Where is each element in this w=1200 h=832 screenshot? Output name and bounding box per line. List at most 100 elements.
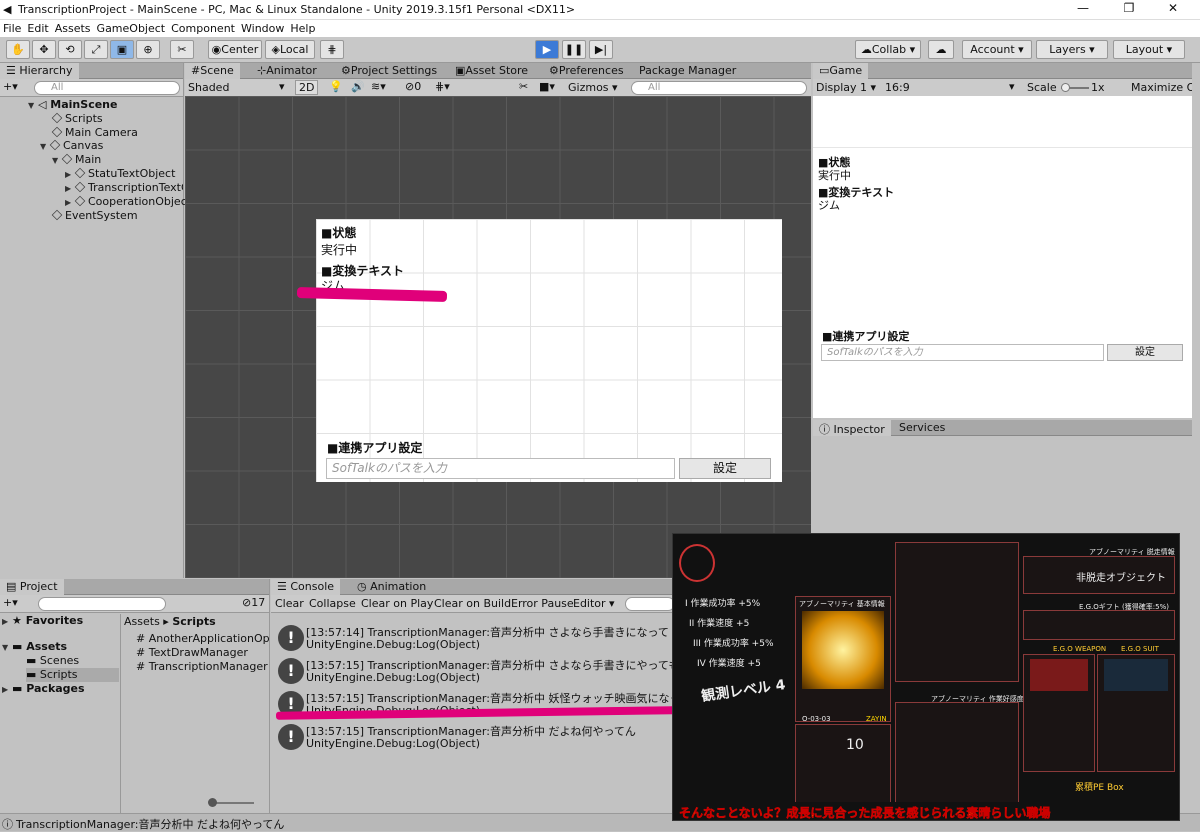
hand-tool-icon[interactable]: ✋ xyxy=(6,40,30,59)
tab-animator[interactable]: ⊹Animator xyxy=(251,63,323,79)
account-dropdown[interactable]: Account ▾ xyxy=(962,40,1032,59)
log-entry[interactable]: ! [13:57:15] TranscriptionManager:音声分析中 だ… xyxy=(276,720,676,754)
favorites-item[interactable]: ▶ ★ Favorites xyxy=(2,614,83,628)
game-path-input[interactable]: SofTalkのパスを入力 xyxy=(821,344,1104,361)
gizmos-dropdown[interactable]: Gizmos ▾ xyxy=(568,81,618,94)
hierarchy-search-input[interactable]: All xyxy=(34,81,180,95)
pause-button[interactable]: ❚❚ xyxy=(562,40,586,59)
tab-game[interactable]: ▭Game xyxy=(813,63,869,79)
path-input[interactable]: SofTalkのパスを入力 xyxy=(326,458,675,479)
tab-console[interactable]: ☰ Console xyxy=(271,579,341,595)
pivot-local-button[interactable]: ◈Local xyxy=(265,40,315,59)
menu-component[interactable]: Component xyxy=(168,20,238,37)
scale-slider-handle[interactable] xyxy=(1061,83,1070,92)
tab-inspector[interactable]: ⓘ Inspector xyxy=(813,420,891,436)
scripts-folder[interactable]: ▬ Scripts xyxy=(26,668,119,682)
pivot-center-button[interactable]: ◉Center xyxy=(208,40,262,59)
hierarchy-item[interactable]: ▼ Canvas xyxy=(40,139,103,153)
tab-services[interactable]: Services xyxy=(893,420,951,436)
effects-icon[interactable]: ≋▾ xyxy=(371,80,386,93)
menu-window[interactable]: Window xyxy=(238,20,287,37)
ego-suit-panel xyxy=(1097,654,1175,772)
editor-dropdown[interactable]: Editor ▾ xyxy=(573,597,615,610)
breadcrumb-root[interactable]: Assets xyxy=(124,615,160,628)
error-pause-button[interactable]: Error Pause xyxy=(511,597,574,610)
console-clear-button[interactable]: Clear xyxy=(275,597,304,610)
status-message[interactable]: TranscriptionManager:音声分析中 だよね何やってん xyxy=(16,816,284,832)
restore-icon[interactable]: ❐ xyxy=(1114,1,1144,15)
layout-dropdown[interactable]: Layout ▾ xyxy=(1113,40,1185,59)
tab-package-manager[interactable]: Package Manager xyxy=(633,63,742,79)
log-entry[interactable]: ! [13:57:14] TranscriptionManager:音声分析中 さ… xyxy=(276,621,676,655)
aspect-dropdown[interactable]: 16:9 xyxy=(885,81,1019,94)
tab-scene[interactable]: #Scene xyxy=(185,63,240,79)
set-button[interactable]: 設定 xyxy=(679,458,771,479)
move-tool-icon[interactable]: ✥ xyxy=(32,40,56,59)
scenes-folder[interactable]: ▬ Scenes xyxy=(26,654,79,668)
tab-project-settings[interactable]: ⚙Project Settings xyxy=(335,63,443,79)
display-dropdown[interactable]: Display 1 ▾ xyxy=(816,81,876,94)
mode-2d-button[interactable]: 2D xyxy=(295,80,319,95)
menu-edit[interactable]: Edit xyxy=(24,20,51,37)
scene-search-input[interactable]: All xyxy=(631,81,807,95)
hierarchy-item[interactable]: ▶ CooperationObject xyxy=(65,195,191,209)
icon-size-slider-handle[interactable] xyxy=(208,798,217,807)
hidden-count-icon[interactable]: ⊘0 xyxy=(405,80,421,93)
tab-preferences[interactable]: ⚙Preferences xyxy=(543,63,630,79)
hierarchy-item[interactable]: Main Camera xyxy=(51,126,138,140)
hidden-packages-count[interactable]: ⊘17 xyxy=(242,596,265,609)
project-search-input[interactable] xyxy=(38,597,166,611)
rotate-tool-icon[interactable]: ⟲ xyxy=(58,40,82,59)
minimize-icon[interactable]: — xyxy=(1068,1,1098,15)
hierarchy-item[interactable]: ▶ StatuTextObject xyxy=(65,167,175,181)
script-file[interactable]: # TextDrawManager xyxy=(136,646,248,660)
add-icon[interactable]: +▾ xyxy=(3,80,18,93)
maximize-on-play-button[interactable]: Maximize On Play xyxy=(1131,81,1192,94)
transform-tool-icon[interactable]: ⊕ xyxy=(136,40,160,59)
lighting-icon[interactable]: 💡 xyxy=(329,80,343,93)
menu-assets[interactable]: Assets xyxy=(52,20,94,37)
window-title: TranscriptionProject - MainScene - PC, M… xyxy=(18,3,576,16)
cloud-icon[interactable]: ☁ xyxy=(928,40,954,59)
scene-tabbar: #Scene ⊹Animator ⚙Project Settings ▣Asse… xyxy=(185,63,811,79)
tab-hierarchy[interactable]: ☰ Hierarchy xyxy=(0,63,79,79)
step-button[interactable]: ▶| xyxy=(589,40,613,59)
tab-project[interactable]: ▤ Project xyxy=(0,579,64,595)
snap-icon[interactable]: ⋕ xyxy=(320,40,344,59)
custom-tool-icon[interactable]: ✂ xyxy=(170,40,194,59)
tab-asset-store[interactable]: ▣Asset Store xyxy=(449,63,534,79)
menu-gameobject[interactable]: GameObject xyxy=(94,20,169,37)
rect-tool-icon[interactable]: ▣ xyxy=(110,40,134,59)
hierarchy-item[interactable]: EventSystem xyxy=(51,209,138,223)
close-icon[interactable]: ✕ xyxy=(1158,1,1188,15)
layers-dropdown[interactable]: Layers ▾ xyxy=(1036,40,1108,59)
grid-icon[interactable]: ⋕▾ xyxy=(435,80,450,93)
clear-on-build-button[interactable]: Clear on Build xyxy=(434,597,511,610)
hierarchy-item[interactable]: Scripts xyxy=(51,112,103,126)
collab-button[interactable]: ☁Collab ▾ xyxy=(855,40,921,59)
hierarchy-item[interactable]: ▶TranscriptionTextObject xyxy=(65,181,183,195)
menu-help[interactable]: Help xyxy=(287,20,318,37)
menu-bar: File Edit Assets GameObject Component Window H… xyxy=(0,20,1200,37)
shading-dropdown[interactable]: Shaded xyxy=(188,81,229,94)
clear-on-play-button[interactable]: Clear on Play xyxy=(361,597,433,610)
camera-icon[interactable]: ■▾ xyxy=(539,80,555,93)
log-entry[interactable]: ! [13:57:15] TranscriptionManager:音声分析中 さ… xyxy=(276,654,679,688)
script-file[interactable]: # TranscriptionManager xyxy=(136,660,268,674)
console-search-input[interactable] xyxy=(625,597,675,611)
breadcrumb-current[interactable]: Scripts xyxy=(172,615,215,628)
menu-file[interactable]: File xyxy=(0,20,24,37)
scene-item[interactable]: ▼ ◁ MainScene xyxy=(28,98,117,112)
game-set-button[interactable]: 設定 xyxy=(1107,344,1183,361)
tab-animation[interactable]: ◷ Animation xyxy=(351,579,432,595)
scale-tool-icon[interactable]: ⤢ xyxy=(84,40,108,59)
hierarchy-item[interactable]: ▼ Main xyxy=(52,153,101,167)
audio-icon[interactable]: 🔊 xyxy=(351,80,365,93)
script-file[interactable]: # AnotherApplicationOperator xyxy=(136,632,270,646)
play-button[interactable]: ▶ xyxy=(535,40,559,59)
create-icon[interactable]: +▾ xyxy=(3,596,18,609)
console-collapse-button[interactable]: Collapse xyxy=(309,597,356,610)
packages-folder[interactable]: ▶ ▬ Packages xyxy=(2,682,85,696)
tools-icon[interactable]: ✂ xyxy=(519,80,528,93)
assets-folder[interactable]: ▼ ▬ Assets xyxy=(2,640,67,654)
